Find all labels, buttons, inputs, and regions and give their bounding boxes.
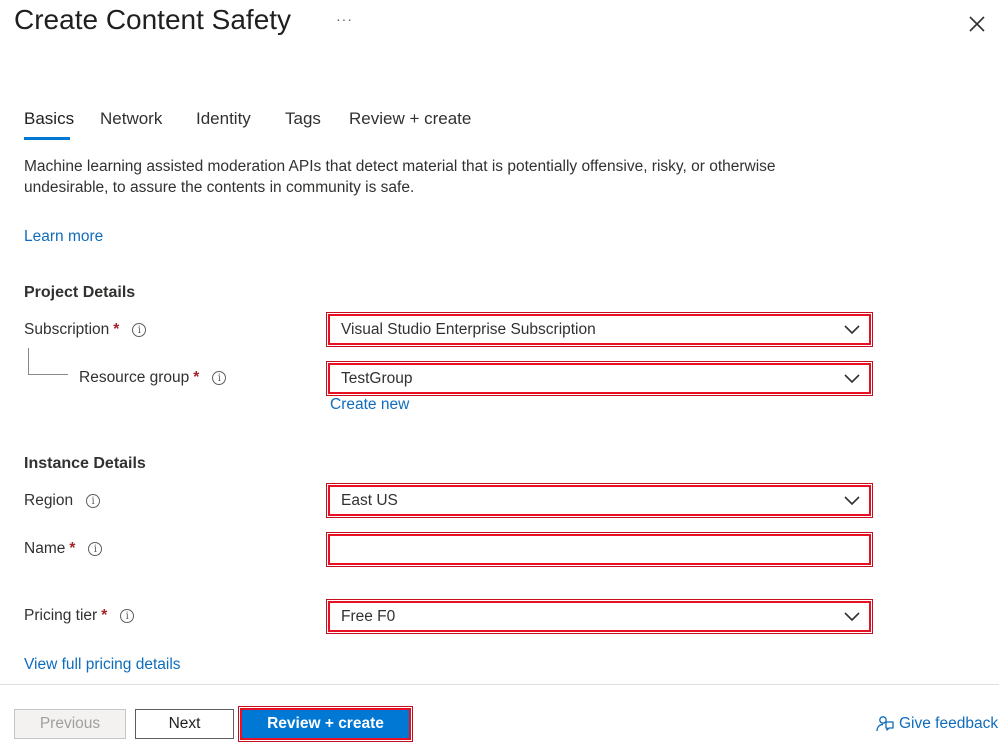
chevron-down-icon bbox=[844, 324, 860, 334]
region-value: East US bbox=[341, 491, 398, 509]
required-asterisk: * bbox=[101, 607, 108, 624]
required-asterisk: * bbox=[113, 321, 120, 338]
give-feedback-label: Give feedback bbox=[899, 715, 999, 732]
info-icon[interactable]: i bbox=[88, 542, 103, 556]
name-label: Name * i bbox=[24, 540, 103, 558]
subscription-value: Visual Studio Enterprise Subscription bbox=[341, 320, 596, 338]
name-label-text: Name bbox=[24, 540, 66, 557]
tab-network[interactable]: Network bbox=[100, 109, 162, 129]
chevron-down-icon bbox=[844, 611, 860, 621]
pricing-tier-label: Pricing tier * i bbox=[24, 607, 135, 625]
tab-review-create[interactable]: Review + create bbox=[349, 109, 471, 129]
resource-group-label-text: Resource group bbox=[79, 369, 190, 386]
required-asterisk: * bbox=[193, 369, 200, 386]
subscription-label: Subscription * i bbox=[24, 321, 147, 339]
name-input[interactable] bbox=[326, 532, 873, 567]
review-create-button[interactable]: Review + create bbox=[238, 706, 413, 742]
info-icon[interactable]: i bbox=[212, 371, 227, 385]
region-select[interactable]: East US bbox=[326, 483, 873, 518]
tab-active-indicator bbox=[24, 137, 70, 140]
next-button[interactable]: Next bbox=[135, 709, 234, 739]
chevron-down-icon bbox=[844, 373, 860, 383]
required-asterisk: * bbox=[69, 540, 76, 557]
view-pricing-link[interactable]: View full pricing details bbox=[24, 656, 181, 674]
region-label-text: Region bbox=[24, 492, 74, 509]
tab-basics[interactable]: Basics bbox=[24, 109, 74, 129]
page-title: Create Content Safety bbox=[14, 4, 292, 35]
instance-details-heading: Instance Details bbox=[24, 455, 146, 472]
tree-connector-vertical bbox=[28, 348, 29, 374]
pricing-tier-label-text: Pricing tier bbox=[24, 607, 98, 624]
chevron-down-icon bbox=[844, 495, 860, 505]
footer-divider bbox=[0, 684, 999, 685]
previous-button[interactable]: Previous bbox=[14, 709, 126, 739]
resource-group-select[interactable]: TestGroup bbox=[326, 361, 873, 396]
pricing-tier-select[interactable]: Free F0 bbox=[326, 599, 873, 634]
give-feedback-link[interactable]: Give feedback bbox=[875, 714, 998, 734]
more-options-icon[interactable]: ··· bbox=[336, 11, 353, 27]
info-icon[interactable]: i bbox=[86, 494, 101, 508]
tree-connector-horizontal bbox=[28, 374, 68, 375]
learn-more-link[interactable]: Learn more bbox=[24, 228, 103, 246]
close-icon[interactable] bbox=[965, 12, 989, 36]
info-icon[interactable]: i bbox=[132, 323, 147, 337]
info-icon[interactable]: i bbox=[120, 609, 135, 623]
subscription-label-text: Subscription bbox=[24, 321, 110, 338]
pricing-tier-value: Free F0 bbox=[341, 607, 396, 625]
tab-tags[interactable]: Tags bbox=[285, 109, 321, 129]
project-details-heading: Project Details bbox=[24, 284, 136, 301]
tab-identity[interactable]: Identity bbox=[196, 109, 251, 129]
region-label: Region i bbox=[24, 492, 101, 510]
resource-group-label: Resource group * i bbox=[79, 369, 227, 387]
description-text: Machine learning assisted moderation API… bbox=[24, 158, 776, 196]
subscription-select[interactable]: Visual Studio Enterprise Subscription bbox=[326, 312, 873, 347]
create-new-link[interactable]: Create new bbox=[330, 396, 409, 414]
feedback-icon bbox=[876, 716, 894, 732]
resource-group-value: TestGroup bbox=[341, 369, 413, 387]
